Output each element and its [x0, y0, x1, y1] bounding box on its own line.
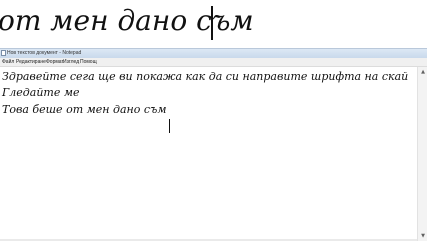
text-caret	[169, 119, 170, 133]
notepad-icon	[1, 50, 6, 56]
text-editor-area[interactable]: Здравейте сега ще ви покажа как да си на…	[0, 67, 417, 239]
menu-view[interactable]: Изглед	[63, 58, 79, 66]
arrow-up-icon[interactable]: ▲	[419, 68, 427, 76]
vertical-scrollbar[interactable]: ▲ ▼	[417, 67, 427, 241]
zoomed-text-banner: от мен дано съм	[0, 0, 427, 48]
zoomed-text-caret	[211, 6, 213, 40]
zoomed-text: от мен дано съм	[0, 4, 254, 37]
text-line: Гледайте ме	[2, 86, 80, 99]
arrow-down-icon[interactable]: ▼	[419, 232, 427, 240]
menu-file[interactable]: Файл	[2, 58, 14, 66]
notepad-window: Нов текстов документ - Notepad Файл Реда…	[0, 48, 427, 241]
text-line: Това беше от мен дано съм	[2, 103, 167, 116]
menu-edit[interactable]: Редактиране	[16, 58, 46, 66]
menu-help[interactable]: Помощ	[80, 58, 97, 66]
text-line: Здравейте сега ще ви покажа как да си на…	[2, 70, 409, 83]
title-bar[interactable]: Нов текстов документ - Notepad	[0, 49, 427, 58]
window-title: Нов текстов документ - Notepad	[7, 50, 82, 56]
menu-bar: Файл Редактиране Формат Изглед Помощ	[0, 58, 427, 67]
menu-format[interactable]: Формат	[46, 58, 64, 66]
